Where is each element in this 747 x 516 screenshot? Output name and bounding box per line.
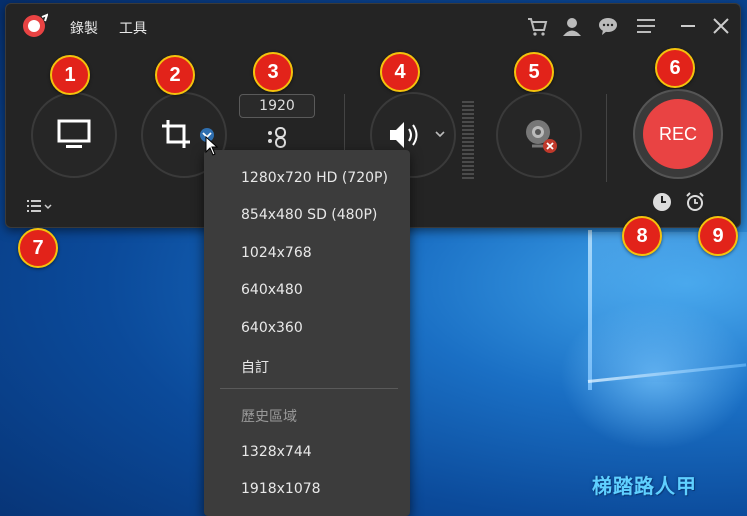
annotation-badge-7: 7 (18, 228, 58, 268)
annotation-badge-3: 3 (253, 52, 293, 92)
menu-tools[interactable]: 工具 (119, 18, 147, 38)
minimize-icon[interactable] (677, 15, 699, 37)
monitor-icon (57, 119, 91, 148)
title-bar: 錄製 工具 (6, 4, 740, 48)
annotation-badge-2: 2 (155, 55, 195, 95)
dropdown-option[interactable]: 1024x768 (241, 245, 312, 261)
annotation-badge-1: 1 (50, 55, 90, 95)
app-logo-icon (23, 13, 48, 37)
options-list-icon[interactable] (25, 198, 55, 214)
annotation-badge-9: 9 (698, 216, 738, 256)
menu-record[interactable]: 錄製 (70, 18, 98, 38)
dropdown-option[interactable]: 640x360 (241, 320, 303, 336)
volume-meter (462, 101, 474, 179)
close-icon[interactable] (710, 15, 732, 37)
crop-icon (162, 120, 190, 148)
clock-icon[interactable] (651, 191, 673, 213)
annotation-badge-8: 8 (622, 216, 662, 256)
resolution-dropdown: 1280x720 HD (720P) 854x480 SD (480P) 102… (204, 150, 410, 516)
mouse-cursor-icon (205, 136, 219, 156)
link-aspect-icon[interactable] (265, 125, 289, 151)
menu-icon[interactable] (635, 15, 657, 37)
annotation-badge-5: 5 (514, 52, 554, 92)
alarm-clock-icon[interactable] (684, 191, 706, 213)
fullscreen-button[interactable] (31, 92, 117, 178)
account-icon[interactable] (561, 15, 583, 37)
cart-icon[interactable] (526, 15, 548, 37)
webcam-button[interactable] (496, 92, 582, 178)
dropdown-option[interactable]: 1280x720 HD (720P) (241, 170, 388, 186)
chevron-down-icon[interactable] (434, 128, 446, 140)
history-option[interactable]: 1918x1078 (241, 481, 321, 497)
history-option[interactable]: 1328x744 (241, 444, 312, 460)
history-region-header: 歷史區域 (241, 409, 297, 425)
annotation-badge-4: 4 (380, 52, 420, 92)
annotation-badge-6: 6 (655, 48, 695, 88)
watermark-text: 梯踏路人甲 (592, 474, 697, 498)
webcam-off-icon (526, 120, 557, 153)
section-divider (606, 94, 607, 182)
speaker-icon (390, 122, 418, 148)
chat-icon[interactable] (597, 15, 619, 37)
record-button-label: REC (643, 99, 713, 169)
resolution-width-field[interactable]: 1920 (239, 94, 315, 118)
dropdown-option[interactable]: 854x480 SD (480P) (241, 207, 377, 223)
record-button[interactable]: REC (633, 89, 723, 179)
dropdown-separator (220, 388, 398, 389)
dropdown-option[interactable]: 640x480 (241, 282, 303, 298)
dropdown-option-custom[interactable]: 自訂 (241, 357, 269, 377)
